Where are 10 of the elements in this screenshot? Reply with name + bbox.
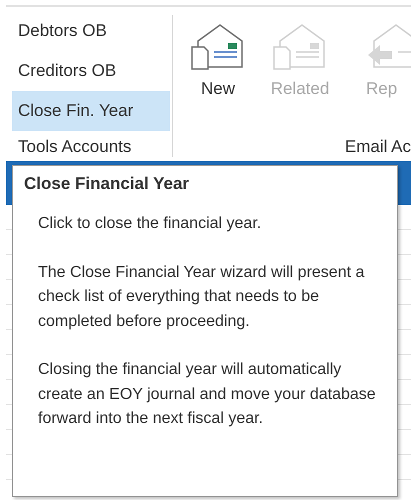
tooltip-text: Closing the financial year will automatically create an EOY journal and move your database forward into the next fiscal year. xyxy=(38,360,377,429)
tooltip-text: Click to close the financial year. xyxy=(38,214,262,234)
ribbon-item[interactable]: Close Fin. Year xyxy=(12,91,170,131)
tooltip-title: Close Financial Year xyxy=(24,174,190,194)
group-label: Email Ac xyxy=(344,137,411,158)
ribbon-button[interactable]: New xyxy=(181,21,255,99)
ribbon-item[interactable]: Debtors OB xyxy=(12,11,170,51)
tooltip-text: The Close Financial Year wizard will present a check list of everything that needs to be completed before proceeding. xyxy=(38,262,366,332)
group-label: Tools Accounts xyxy=(17,137,132,158)
ribbon-item[interactable]: Creditors OB xyxy=(12,51,170,91)
